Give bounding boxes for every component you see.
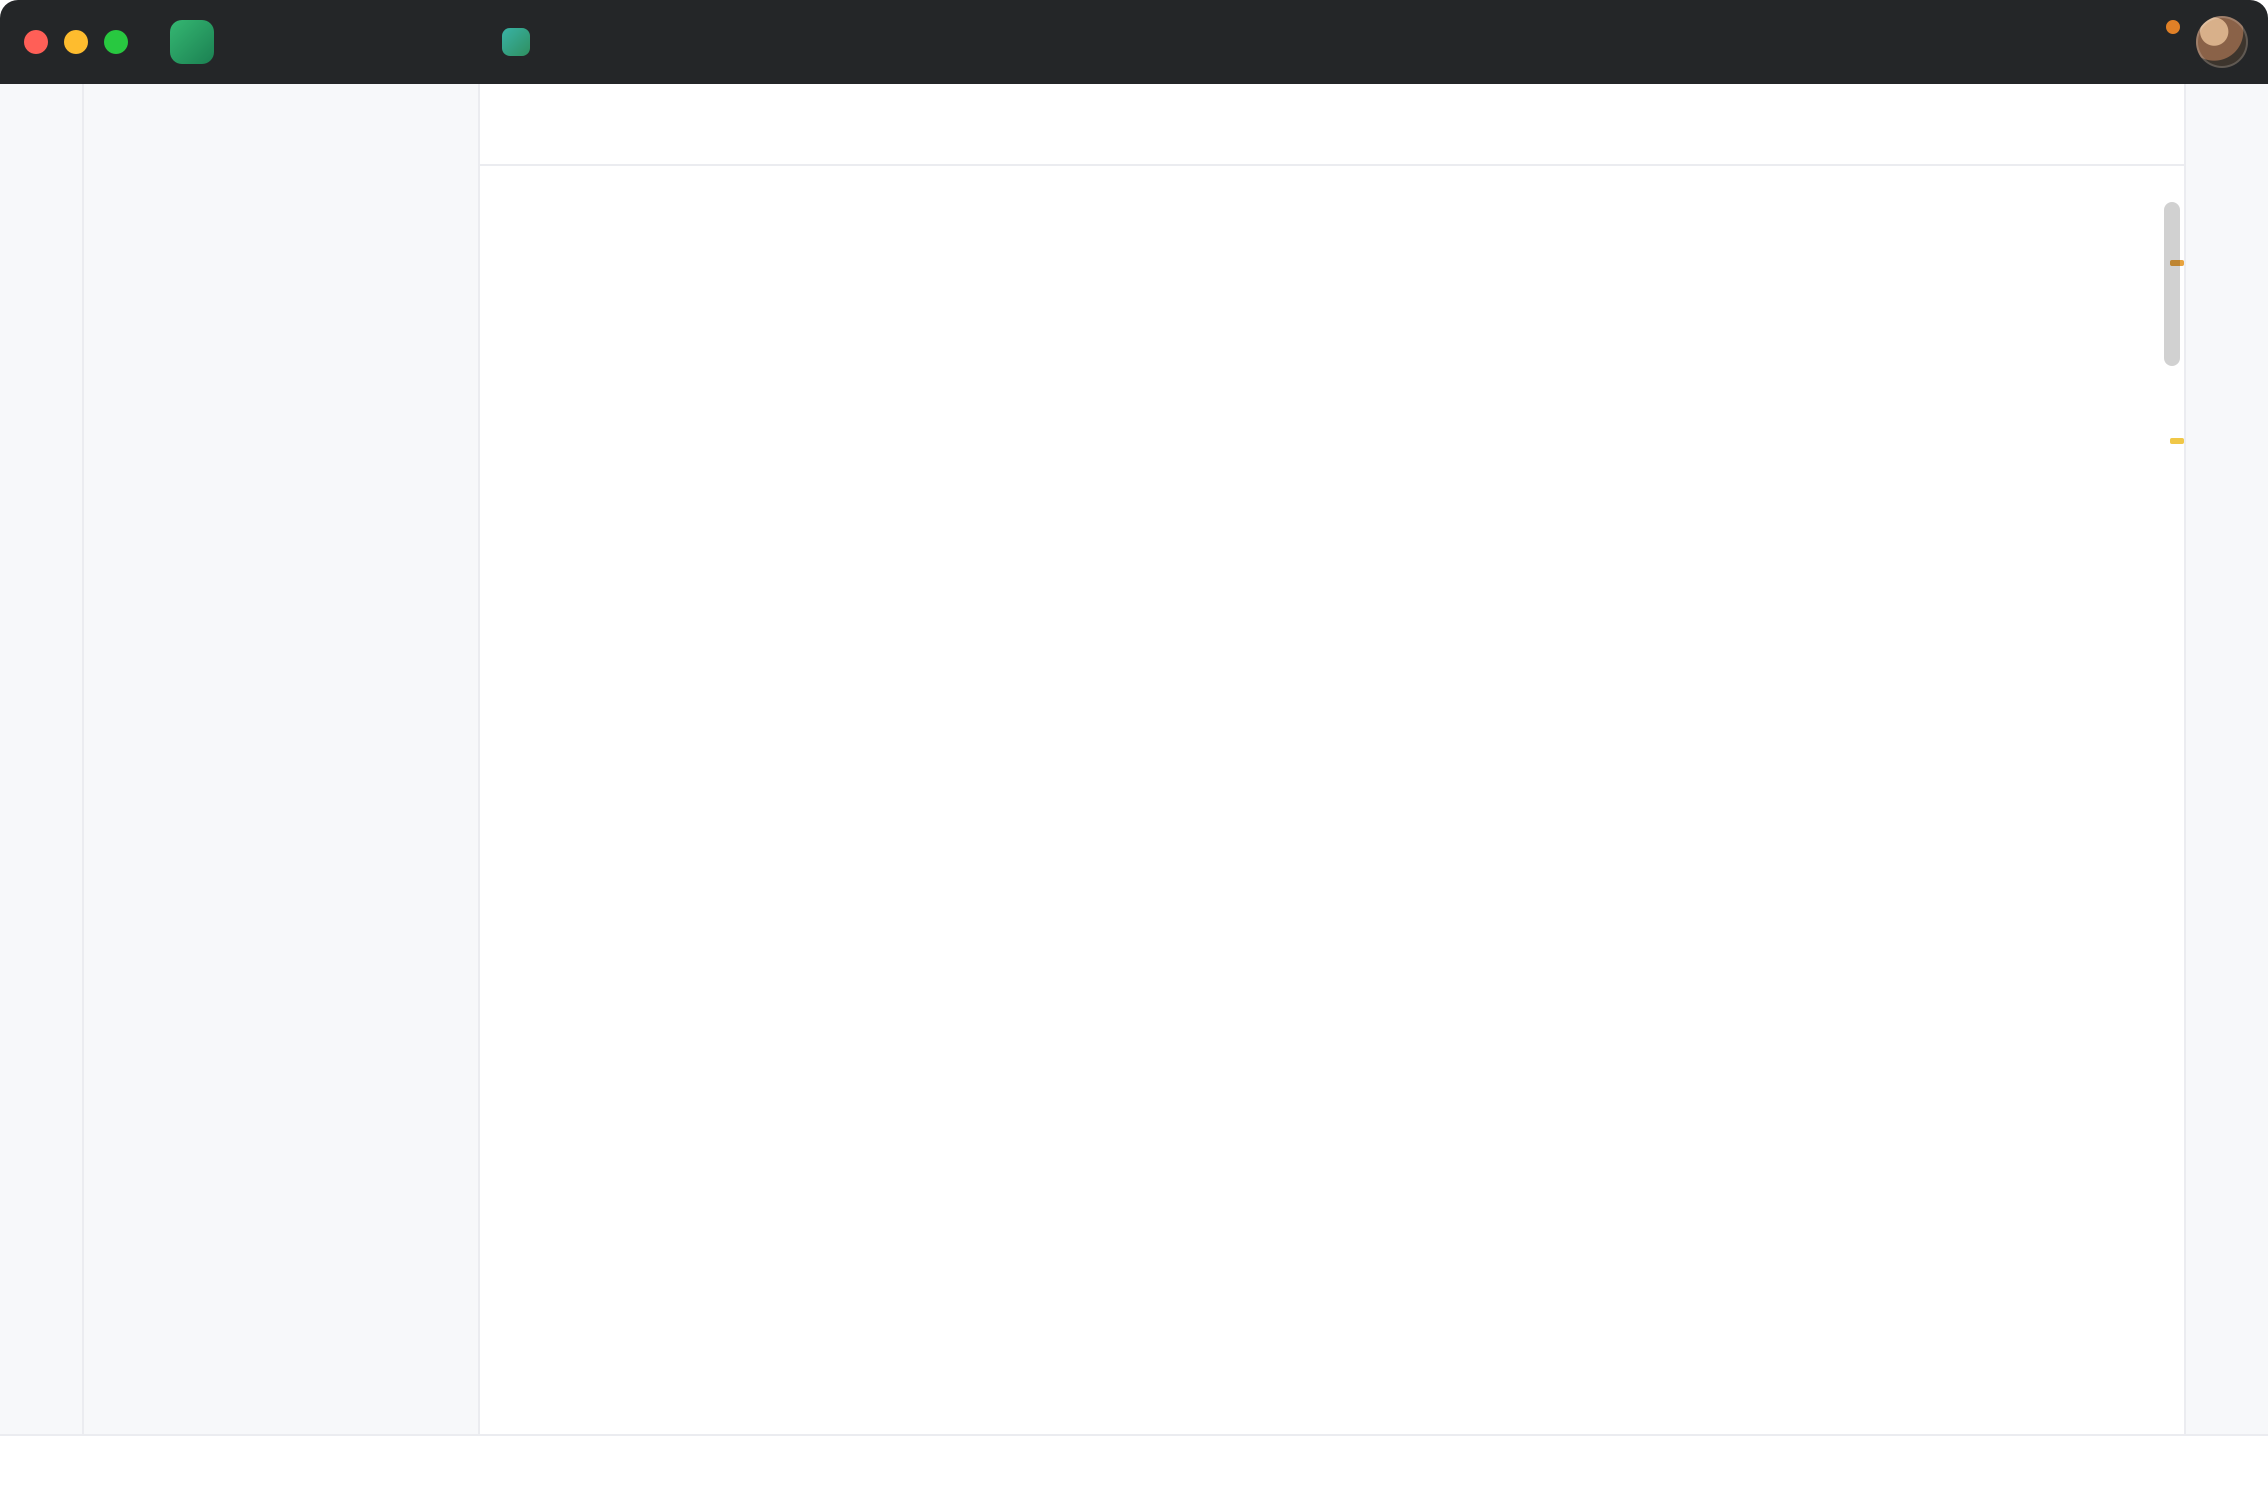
minimize-window-button[interactable] xyxy=(64,30,88,54)
project-widget[interactable] xyxy=(156,12,252,72)
editor-scrollbar[interactable] xyxy=(2164,166,2180,1434)
settings-button[interactable] xyxy=(2128,12,2188,72)
search-everywhere-button[interactable] xyxy=(2068,12,2128,72)
avatar[interactable] xyxy=(2196,16,2248,68)
project-tree xyxy=(84,164,478,168)
left-tool-stripe xyxy=(0,84,84,1434)
run-button[interactable] xyxy=(568,12,628,72)
status-bar xyxy=(0,1434,2268,1504)
inspection-warning-icon[interactable] xyxy=(2116,178,2146,208)
editor-area xyxy=(480,84,2184,1434)
scrollbar-thumb[interactable] xyxy=(2164,202,2180,366)
ide-window xyxy=(0,0,2268,1504)
project-view-selector[interactable] xyxy=(84,84,478,164)
vcs-widget[interactable] xyxy=(252,34,292,50)
close-window-button[interactable] xyxy=(24,30,48,54)
run-config-selector[interactable] xyxy=(488,20,568,64)
editor-tab-bar xyxy=(480,84,2184,166)
settings-update-badge xyxy=(2164,18,2182,36)
run-config-icon xyxy=(502,28,530,56)
device-selector[interactable] xyxy=(436,34,488,50)
window-controls xyxy=(24,30,128,54)
editor-tabs xyxy=(480,84,2152,164)
debug-button[interactable] xyxy=(628,12,688,72)
code-lines[interactable] xyxy=(480,166,2184,1434)
project-tool-window xyxy=(84,84,480,1434)
more-run-actions-button[interactable] xyxy=(688,12,748,72)
right-tool-stripe xyxy=(2184,84,2268,1434)
zoom-window-button[interactable] xyxy=(104,30,128,54)
title-bar xyxy=(0,0,2268,84)
project-logo xyxy=(170,20,214,64)
editor-tab-controls xyxy=(2152,84,2184,164)
code-editor[interactable] xyxy=(480,166,2184,1434)
